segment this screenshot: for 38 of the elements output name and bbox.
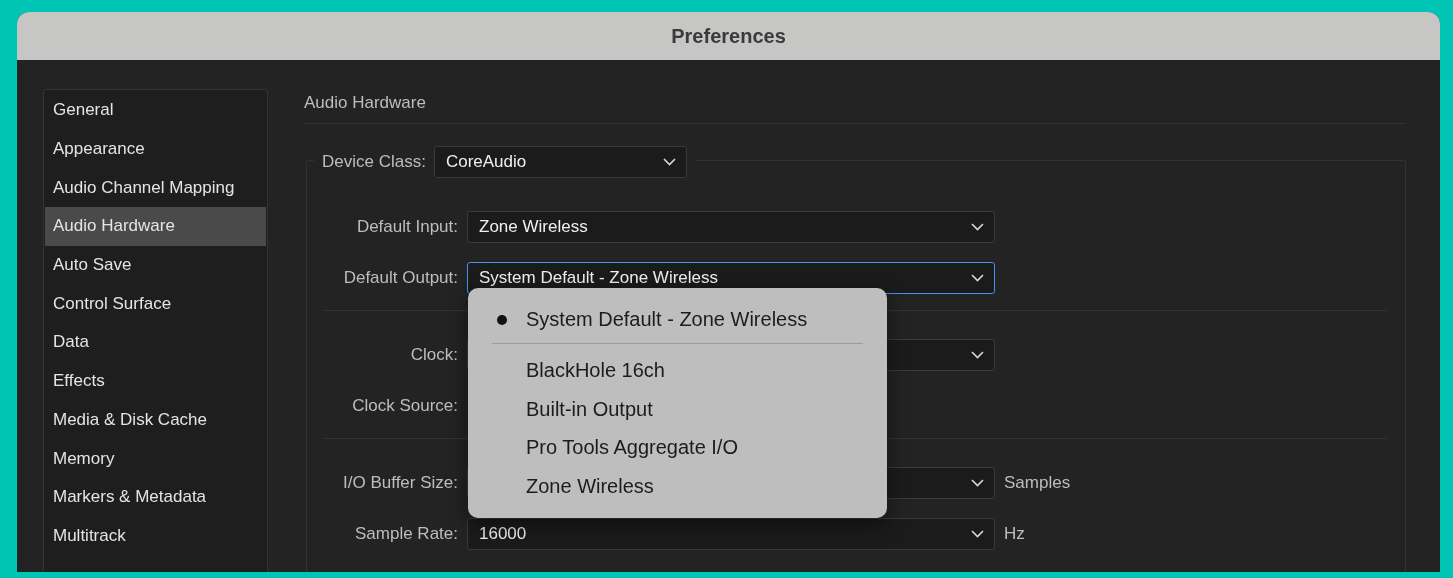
chevron-down-icon xyxy=(662,158,676,166)
menu-item[interactable]: Pro Tools Aggregate I/O xyxy=(468,428,887,467)
sidebar-item[interactable]: Control Surface xyxy=(45,284,266,324)
sidebar-item[interactable]: Multitrack xyxy=(45,516,266,556)
field-label: Device Class: xyxy=(322,152,426,172)
sidebar-item[interactable]: Data xyxy=(45,323,266,362)
sidebar-item[interactable]: Media & Disk Cache xyxy=(45,400,266,440)
dropdown[interactable]: Zone Wireless xyxy=(467,211,995,243)
field-label: Clock: xyxy=(409,345,458,365)
menu-item[interactable]: BlackHole 16ch xyxy=(468,351,887,390)
sidebar-item[interactable]: Audio Channel Mapping xyxy=(45,168,266,208)
sidebar-item[interactable]: Memory xyxy=(45,439,266,478)
section-heading: Audio Hardware xyxy=(304,89,1406,124)
dropdown[interactable]: CoreAudio xyxy=(433,146,687,178)
dropdown[interactable]: 16000 xyxy=(467,518,995,550)
menu-item[interactable]: Built-in Output xyxy=(468,390,887,429)
chevron-down-icon xyxy=(971,479,984,487)
sidebar-item[interactable]: Effects xyxy=(45,361,266,401)
field-label: Default Output: xyxy=(342,268,458,288)
window-title: Preferences xyxy=(671,24,786,48)
chevron-down-icon xyxy=(971,274,984,282)
sidebar-item[interactable]: Auto Save xyxy=(45,245,266,285)
sidebar-item[interactable]: General xyxy=(45,91,266,130)
sidebar-item[interactable]: Markers & Metadata xyxy=(45,477,266,517)
field-label: Default Input: xyxy=(355,217,458,237)
menu-item[interactable]: System Default - Zone Wireless xyxy=(468,300,887,339)
bullet-icon xyxy=(497,315,507,325)
field-label: Clock Source: xyxy=(351,396,458,416)
field-label: I/O Buffer Size: xyxy=(342,473,458,493)
unit-label: Samples xyxy=(1004,473,1071,493)
chevron-down-icon xyxy=(971,530,984,538)
sidebar-item[interactable]: Audio Hardware xyxy=(45,207,266,246)
field-label: Sample Rate: xyxy=(354,524,458,544)
chevron-down-icon xyxy=(971,351,984,359)
sidebar-item[interactable]: Appearance xyxy=(45,129,266,169)
chevron-down-icon xyxy=(971,223,984,231)
menu-item[interactable]: Zone Wireless xyxy=(468,467,887,506)
unit-label: Hz xyxy=(1004,524,1025,544)
